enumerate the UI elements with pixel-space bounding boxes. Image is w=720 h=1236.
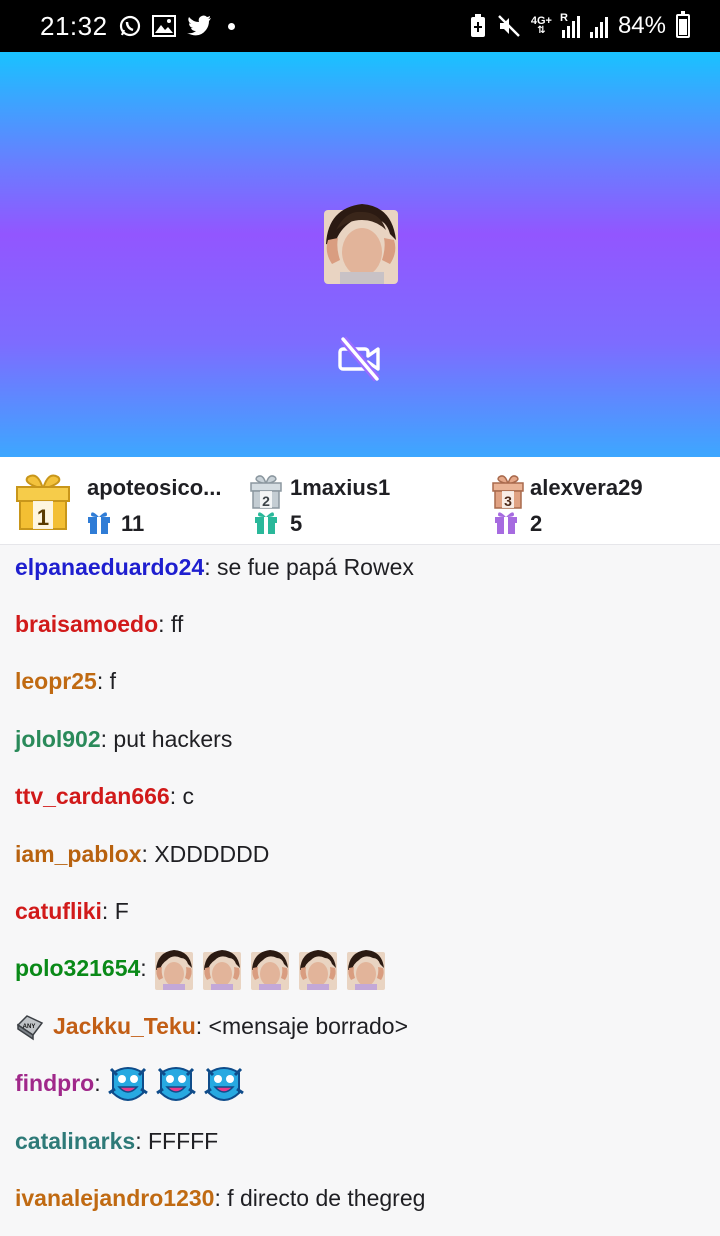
svg-text:3: 3	[504, 493, 512, 509]
chat-username[interactable]: elpanaeduardo24	[15, 554, 204, 581]
chat-message[interactable]: findpro:	[15, 1064, 245, 1104]
svg-text:ANY: ANY	[23, 1024, 36, 1030]
roaming-label: R	[559, 12, 568, 24]
status-bar: 21:32 4G+ ⇅ R 84%	[0, 0, 720, 52]
mute-icon	[497, 15, 520, 37]
leaderboard-entry-1[interactable]: 1 apoteosico... 11	[0, 457, 245, 545]
chat-list[interactable]: elpanaeduardo24: se fue papá Rowex braisa…	[0, 545, 720, 1236]
gift-icon	[255, 512, 277, 534]
battery-icon	[676, 11, 690, 38]
chat-username[interactable]: braisamoedo	[15, 611, 158, 638]
gift-count: 11	[121, 511, 145, 536]
clock: 21:32	[40, 10, 108, 41]
status-left-icons	[118, 14, 235, 38]
gallery-icon	[151, 15, 176, 37]
chat-message[interactable]: elpanaeduardo24: se fue papá Rowex	[15, 547, 414, 587]
chat-username[interactable]: ttv_cardan666	[15, 783, 170, 810]
chat-message-text: : c	[169, 783, 194, 810]
chat-message-text: :	[140, 955, 147, 982]
notification-dot-icon	[227, 22, 235, 30]
signal-r-icon: R	[559, 12, 580, 38]
chat-username[interactable]: catufliki	[15, 898, 102, 925]
chat-username[interactable]: Jackku_Teku	[53, 1013, 196, 1040]
chat-username[interactable]: jolol902	[15, 726, 101, 753]
chat-message-text: : <mensaje borrado>	[195, 1012, 409, 1039]
gift-count: 2	[530, 511, 543, 536]
chat-message[interactable]: ivanalejandro1230: f directo de thegreg	[15, 1178, 425, 1218]
blue-monster-emote	[155, 1066, 196, 1101]
gift-leaderboard: 1 apoteosico... 11 2 1maxius1 5 3 alexve…	[0, 457, 720, 545]
whatsapp-icon	[119, 15, 140, 37]
battery-percent: 84%	[617, 12, 666, 39]
chat-message-text: : f	[96, 668, 116, 695]
chat-message[interactable]: braisamoedo: ff	[15, 604, 183, 644]
chat-username[interactable]: ivanalejandro1230	[15, 1185, 214, 1212]
gifter-name: alexvera29	[530, 475, 643, 500]
status-right-icons: 4G+ ⇅ R 84%	[469, 11, 690, 40]
chat-message-text: : f directo de thegreg	[214, 1184, 426, 1211]
camera-off-icon	[338, 336, 381, 382]
chat-message[interactable]: catufliki: F	[15, 891, 129, 931]
chat-message-text: : put hackers	[100, 725, 233, 752]
chat-message[interactable]: ANY Jackku_Teku: <mensaje borrado>	[15, 1006, 408, 1046]
video-player[interactable]	[0, 52, 720, 457]
gifter-name: 1maxius1	[290, 475, 391, 500]
gift-count: 5	[290, 511, 303, 536]
leaderboard-entry-2[interactable]: 2 1maxius1 5	[245, 457, 490, 545]
facepalm-emote	[202, 949, 241, 990]
chat-username[interactable]: polo321654	[15, 955, 140, 982]
blue-monster-emote	[107, 1066, 148, 1101]
chat-message-text: :	[94, 1070, 101, 1097]
gifter-name: apoteosico...	[87, 475, 222, 500]
chat-message-text: : ff	[158, 610, 184, 637]
chat-message[interactable]: catalinarks: FFFFF	[15, 1121, 218, 1161]
chat-message-text: : FFFFF	[135, 1127, 219, 1154]
facepalm-emote	[154, 949, 193, 990]
chat-message[interactable]: jolol902: put hackers	[15, 719, 232, 759]
chat-message-text: : se fue papá Rowex	[204, 553, 414, 580]
leaderboard-entry-3[interactable]: 3 alexvera29 2	[487, 457, 720, 545]
bronze-gift-rank-3-icon: 3	[492, 475, 524, 509]
streamer-avatar-emote	[324, 204, 398, 284]
gift-icon	[88, 512, 110, 534]
signal-icon	[589, 14, 608, 38]
battery-saver-icon	[470, 14, 485, 37]
chat-message[interactable]: leopr25: f	[15, 662, 116, 702]
facepalm-emote	[298, 949, 337, 990]
silver-gift-rank-2-icon: 2	[250, 475, 282, 509]
chat-message-text: : F	[101, 897, 129, 924]
svg-text:1: 1	[37, 505, 49, 530]
chat-username[interactable]: leopr25	[15, 668, 97, 695]
gold-gift-rank-1-icon: 1	[16, 474, 70, 530]
blue-monster-emote	[203, 1066, 244, 1101]
facepalm-emote	[346, 949, 385, 990]
chat-message[interactable]: polo321654:	[15, 949, 387, 990]
chat-message[interactable]: ttv_cardan666: c	[15, 777, 194, 817]
chat-message-text: : XDDDDDD	[141, 840, 270, 867]
chat-username[interactable]: catalinarks	[15, 1128, 135, 1155]
4g-plus-icon: 4G+ ⇅	[530, 15, 552, 36]
chat-username[interactable]: iam_pablox	[15, 841, 142, 868]
any-badge-icon: ANY	[16, 1015, 44, 1041]
facepalm-emote	[250, 949, 289, 990]
gift-icon	[495, 512, 517, 534]
chat-username[interactable]: findpro	[15, 1070, 94, 1097]
svg-text:2: 2	[262, 493, 270, 509]
twitter-icon	[186, 15, 211, 36]
chat-message[interactable]: iam_pablox: XDDDDDD	[15, 834, 269, 874]
